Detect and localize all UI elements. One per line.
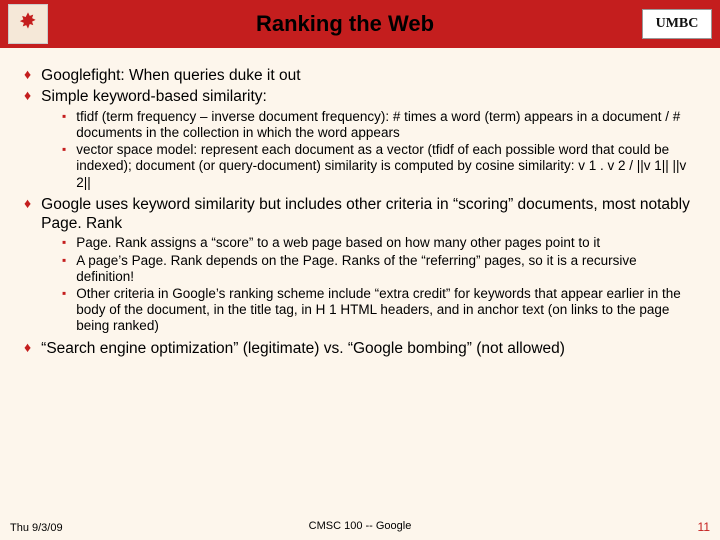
bullet-text: Page. Rank assigns a “score” to a web pa…: [76, 235, 600, 251]
bullet-text: vector space model: represent each docum…: [76, 142, 696, 191]
bullet-level2: ▪ tfidf (term frequency – inverse docume…: [62, 109, 696, 141]
bullet-level1: ♦ Googlefight: When queries duke it out: [24, 66, 696, 85]
bullet-text: Simple keyword-based similarity:: [41, 87, 267, 106]
slide-title: Ranking the Web: [48, 11, 642, 37]
square-icon: ▪: [62, 142, 66, 191]
square-icon: ▪: [62, 235, 66, 251]
diamond-icon: ♦: [24, 195, 31, 234]
diamond-icon: ♦: [24, 339, 31, 358]
bullet-level2: ▪ vector space model: represent each doc…: [62, 142, 696, 191]
bullet-text: Googlefight: When queries duke it out: [41, 66, 300, 85]
square-icon: ▪: [62, 109, 66, 141]
footer-date: Thu 9/3/09: [10, 522, 63, 534]
footer-course: CMSC 100 -- Google: [309, 520, 412, 532]
maple-leaf-logo: [8, 4, 48, 44]
square-icon: ▪: [62, 286, 66, 335]
slide-header: Ranking the Web UMBC: [0, 0, 720, 48]
square-icon: ▪: [62, 253, 66, 285]
bullet-text: tfidf (term frequency – inverse document…: [76, 109, 696, 141]
bullet-level1: ♦ “Search engine optimization” (legitima…: [24, 339, 696, 358]
slide-body: ♦ Googlefight: When queries duke it out …: [0, 48, 720, 370]
bullet-text: Other criteria in Google’s ranking schem…: [76, 286, 696, 335]
bullet-text: Google uses keyword similarity but inclu…: [41, 195, 696, 234]
bullet-level1: ♦ Simple keyword-based similarity:: [24, 87, 696, 106]
slide-footer: Thu 9/3/09 CMSC 100 -- Google 11: [0, 520, 720, 534]
diamond-icon: ♦: [24, 87, 31, 106]
bullet-level2: ▪ A page’s Page. Rank depends on the Pag…: [62, 253, 696, 285]
bullet-level2: ▪ Page. Rank assigns a “score” to a web …: [62, 235, 696, 251]
bullet-level2: ▪ Other criteria in Google’s ranking sch…: [62, 286, 696, 335]
footer-page-number: 11: [698, 520, 710, 534]
umbc-logo: UMBC: [642, 9, 712, 39]
bullet-text: “Search engine optimization” (legitimate…: [41, 339, 565, 358]
bullet-level1: ♦ Google uses keyword similarity but inc…: [24, 195, 696, 234]
bullet-text: A page’s Page. Rank depends on the Page.…: [76, 253, 696, 285]
diamond-icon: ♦: [24, 66, 31, 85]
